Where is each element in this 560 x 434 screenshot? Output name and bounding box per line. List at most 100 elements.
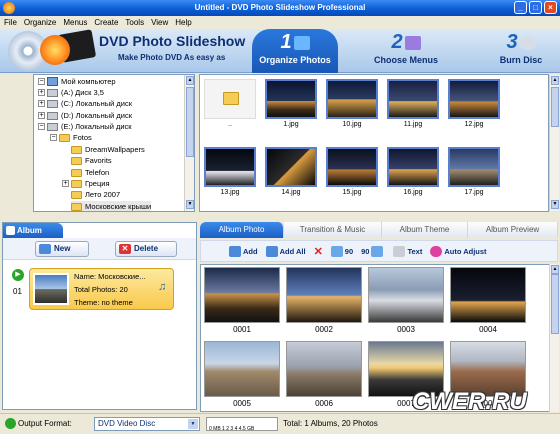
collapse-toggle[interactable]: − [38, 123, 45, 130]
tree-item-fotos[interactable]: − Fotos [50, 132, 92, 143]
play-icon[interactable]: ▶ [12, 269, 24, 281]
browser-item[interactable]: 13.jpg [202, 145, 258, 201]
browser-item[interactable]: 10.jpg [324, 77, 380, 133]
auto-adjust-button[interactable]: Auto Adjust [430, 245, 487, 257]
menu-organize[interactable]: Organize [24, 16, 56, 29]
browser-item[interactable]: 16.jpg [385, 145, 441, 201]
album-photo[interactable]: 0006 [285, 340, 363, 411]
photo-label: 0005 [233, 399, 251, 408]
folder-icon [71, 190, 82, 199]
add-all-button[interactable]: Add All [265, 245, 306, 257]
chevron-down-icon[interactable]: ▼ [188, 419, 198, 429]
expand-toggle[interactable]: + [38, 100, 45, 107]
album-photo[interactable]: 0005 [203, 340, 281, 411]
collapse-toggle[interactable]: − [50, 134, 57, 141]
album-photo[interactable]: 0002 [285, 266, 363, 338]
photo-thumbnail [204, 267, 280, 323]
rotate-left-icon [330, 245, 343, 257]
tree-item-label: Мой компьютер [61, 77, 116, 86]
album-photo[interactable]: 0001 [203, 266, 281, 338]
scroll-up-arrow[interactable]: ▲ [186, 76, 194, 85]
output-format-value: DVD Video Disc [98, 419, 156, 428]
minimize-button[interactable]: _ [514, 1, 527, 14]
button-label: Delete [134, 244, 159, 253]
rotate-right-button[interactable]: 90 [361, 245, 385, 257]
tree-item-drive-d[interactable]: + (D:) Локальный диск [38, 110, 132, 121]
tree-item-telefon[interactable]: Telefon [71, 167, 109, 178]
photos-scrollbar[interactable]: ▲ [549, 264, 559, 412]
tree-item-my-computer[interactable]: − Мой компьютер [38, 76, 116, 87]
album-index: 01 [13, 287, 22, 296]
browser-item[interactable]: 14.jpg [263, 145, 319, 201]
text-button[interactable]: Text [393, 245, 422, 257]
tree-item-drive-c[interactable]: + (C:) Локальный диск [38, 98, 132, 109]
album-thumbnail [33, 273, 69, 305]
photo-thumbnail [387, 79, 439, 119]
menu-tools[interactable]: Tools [125, 16, 144, 29]
scroll-thumb[interactable] [186, 87, 194, 157]
browser-item[interactable]: 15.jpg [324, 145, 380, 201]
expand-toggle[interactable]: + [38, 112, 45, 119]
close-button[interactable]: × [544, 1, 557, 14]
output-format-select[interactable]: DVD Video Disc ▼ [94, 417, 200, 431]
tree-item-label: Telefon [85, 168, 110, 177]
tab-album-theme[interactable]: Album Theme [382, 222, 468, 238]
expand-toggle[interactable]: + [38, 89, 45, 96]
delete-album-button[interactable]: ✕ Delete [115, 241, 177, 257]
file-browser[interactable]: .. 1.jpg 10.jpg 11.jpg 12.jpg 13.jpg 14.… [199, 74, 549, 212]
window-title: Untitled - DVD Photo Slideshow Professio… [194, 3, 366, 12]
remove-photo-button[interactable]: ✕ [314, 245, 323, 258]
disc-burn-icon [519, 35, 536, 50]
browser-item[interactable]: 11.jpg [385, 77, 441, 133]
maximize-button[interactable]: □ [529, 1, 542, 14]
browser-item-parent-folder[interactable]: .. [202, 77, 258, 133]
tree-item-summer-2007[interactable]: Лето 2007 [71, 189, 120, 200]
tree-item-greece[interactable]: + Греция [62, 178, 110, 189]
tab-album-preview[interactable]: Album Preview [468, 222, 558, 238]
scroll-up-arrow[interactable]: ▲ [551, 265, 559, 274]
tree-item-dreamwallpapers[interactable]: DreamWallpapers [71, 144, 145, 155]
menu-file[interactable]: File [4, 16, 17, 29]
step-choose-menus[interactable]: 2 Choose Menus [368, 29, 444, 73]
browser-scrollbar[interactable]: ▲ ▼ [549, 75, 559, 211]
menu-menus[interactable]: Menus [63, 16, 87, 29]
browser-item[interactable]: 17.jpg [446, 145, 502, 201]
scroll-thumb[interactable] [551, 274, 559, 334]
rotate-left-button[interactable]: 90 [330, 245, 353, 257]
output-format-icon [5, 418, 16, 429]
browser-item[interactable]: 12.jpg [446, 77, 502, 133]
menu-create[interactable]: Create [94, 16, 118, 29]
music-note-icon[interactable]: ♫ [158, 281, 166, 293]
collapse-toggle[interactable]: − [38, 78, 45, 85]
output-format-label: Output Format: [18, 419, 72, 428]
photo-thumbnail [204, 341, 280, 397]
tree-item-drive-a[interactable]: + (A:) Диск 3,5 [38, 87, 104, 98]
tree-item-moscow-roofs[interactable]: Московские крыши [71, 201, 152, 211]
scroll-down-arrow[interactable]: ▼ [551, 200, 559, 209]
new-album-button[interactable]: New [35, 241, 89, 257]
menu-view[interactable]: View [151, 16, 168, 29]
menu-help[interactable]: Help [175, 16, 191, 29]
tree-scrollbar[interactable]: ▲ ▼ [184, 75, 194, 211]
tree-item-favorits[interactable]: Favorits [71, 155, 112, 166]
step-burn-disc[interactable]: 3 Burn Disc [486, 29, 556, 73]
album-item[interactable]: Name: Московские... Total Photos: 20 The… [29, 268, 174, 310]
add-all-icon [265, 245, 278, 257]
splitter[interactable] [195, 214, 560, 220]
browser-item[interactable]: 1.jpg [263, 77, 319, 133]
album-photo[interactable]: 0004 [449, 266, 527, 338]
tab-album-photo[interactable]: Album Photo [200, 222, 284, 238]
scroll-down-arrow[interactable]: ▼ [186, 200, 194, 209]
photo-toolbar: Add Add All ✕ 90 90 Text Auto Adjust [200, 240, 558, 262]
expand-toggle[interactable]: + [62, 180, 69, 187]
album-tab[interactable]: Album [3, 223, 63, 238]
folder-tree[interactable]: − Мой компьютер + (A:) Диск 3,5 + (C:) Лока… [33, 74, 195, 212]
step-number: 2 [391, 31, 403, 53]
album-photo[interactable]: 0003 [367, 266, 445, 338]
tab-transition-music[interactable]: Transition & Music [284, 222, 382, 238]
step-organize-photos[interactable]: 1 Organize Photos [252, 29, 338, 73]
tree-item-drive-e[interactable]: − (E:) Локальный диск [38, 121, 132, 132]
scroll-up-arrow[interactable]: ▲ [551, 76, 559, 85]
scroll-thumb[interactable] [551, 87, 559, 127]
add-photo-button[interactable]: Add [229, 245, 258, 257]
